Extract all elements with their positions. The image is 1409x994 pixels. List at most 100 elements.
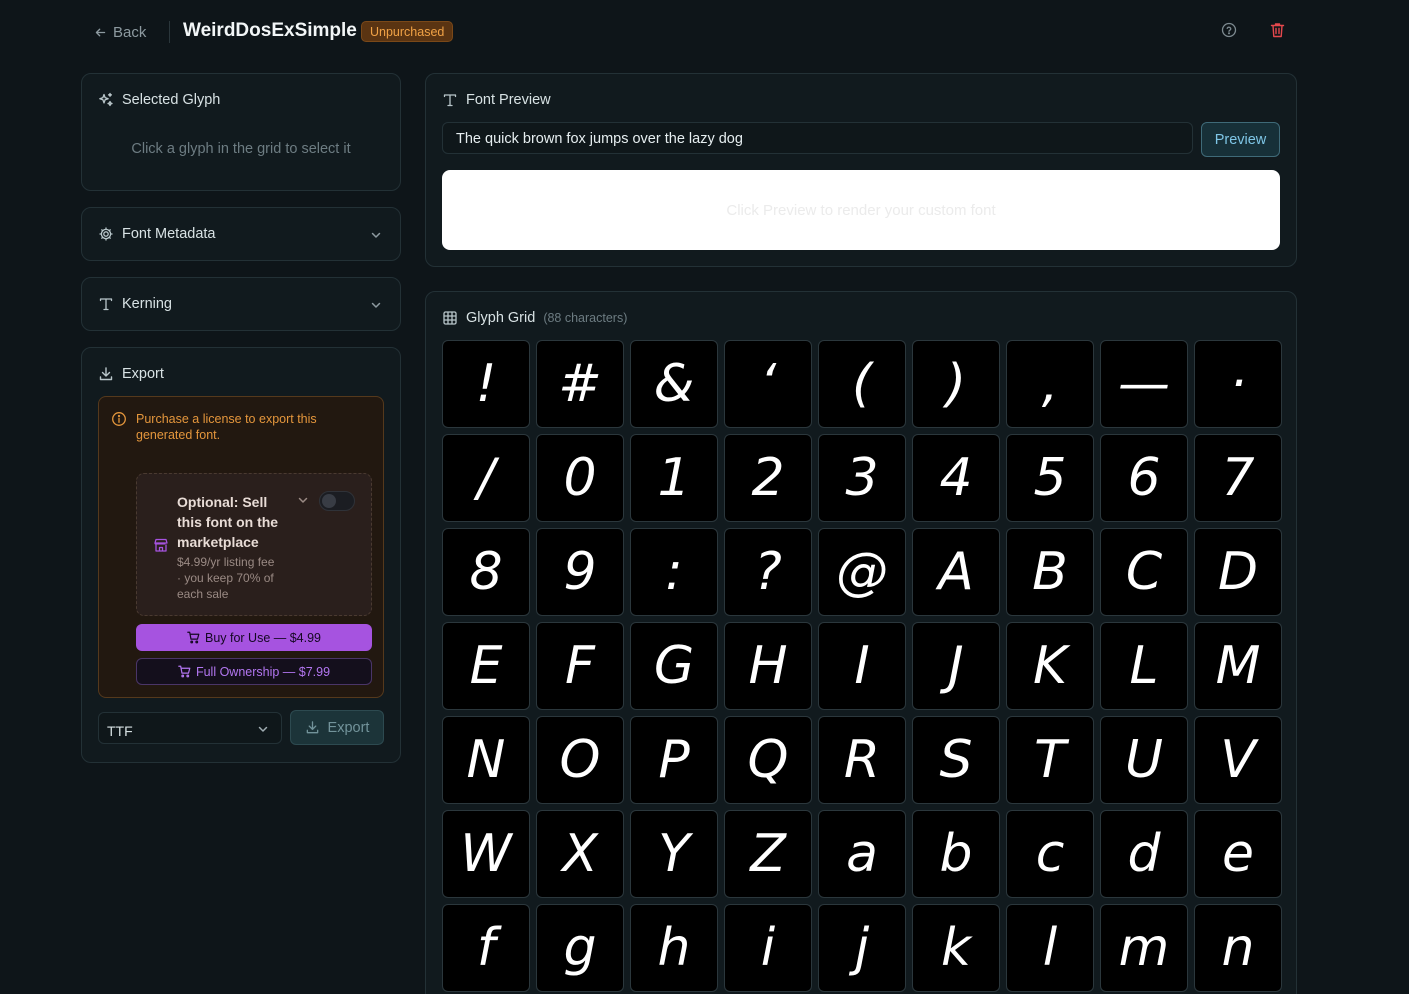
kerning-header[interactable]: Kerning (98, 296, 172, 312)
glyph-tile[interactable]: X (536, 810, 624, 898)
glyph-tile[interactable]: n (1194, 904, 1282, 992)
store-icon (154, 538, 168, 552)
glyph-tile[interactable]: i (724, 904, 812, 992)
glyph-tile[interactable]: ) (912, 340, 1000, 428)
glyph-tile[interactable]: & (630, 340, 718, 428)
glyph-tile[interactable]: l (1006, 904, 1094, 992)
export-button[interactable]: Export (290, 710, 384, 745)
glyph-tile[interactable]: Z (724, 810, 812, 898)
selected-glyph-title: Selected Glyph (122, 92, 221, 108)
buy-for-use-button[interactable]: Buy for Use — $4.99 (136, 624, 372, 651)
glyph-tile[interactable]: B (1006, 528, 1094, 616)
glyph-tile[interactable]: Q (724, 716, 812, 804)
top-header: Back WeirdDosExSimple Unpurchased (0, 0, 1409, 62)
glyph-tile[interactable]: N (442, 716, 530, 804)
chevron-down-icon[interactable] (370, 229, 382, 241)
glyph-tile[interactable]: m (1100, 904, 1188, 992)
glyph-tile[interactable]: E (442, 622, 530, 710)
preview-text-value: The quick brown fox jumps over the lazy … (456, 131, 743, 147)
glyph-tile[interactable]: @ (818, 528, 906, 616)
glyph-tile[interactable]: 3 (818, 434, 906, 522)
glyph-tile[interactable]: h (630, 904, 718, 992)
glyph-tile[interactable]: U (1100, 716, 1188, 804)
type-icon (443, 94, 457, 107)
glyph-tile[interactable]: J (912, 622, 1000, 710)
help-icon[interactable] (1221, 22, 1237, 38)
kerning-title: Kerning (122, 296, 172, 312)
glyph-grid-title: Glyph Grid (466, 310, 536, 326)
glyph-tile[interactable]: 6 (1100, 434, 1188, 522)
glyph-tile[interactable]: / (442, 434, 530, 522)
glyph-tile[interactable]: d (1100, 810, 1188, 898)
glyph-tile[interactable]: I (818, 622, 906, 710)
glyph-tile[interactable]: M (1194, 622, 1282, 710)
glyph-tile[interactable]: 9 (536, 528, 624, 616)
glyph-tile[interactable]: ? (724, 528, 812, 616)
back-button[interactable]: Back (94, 23, 146, 41)
glyph-tile[interactable]: ! (442, 340, 530, 428)
kerning-card[interactable]: Kerning (81, 277, 401, 331)
glyph-tile[interactable]: 7 (1194, 434, 1282, 522)
glyph-tile[interactable]: ( (818, 340, 906, 428)
glyph-tile[interactable]: 8 (442, 528, 530, 616)
chevron-down-icon[interactable] (297, 494, 309, 506)
full-ownership-button[interactable]: Full Ownership — $7.99 (136, 658, 372, 685)
glyph-tile[interactable]: T (1006, 716, 1094, 804)
glyph-tile[interactable]: c (1006, 810, 1094, 898)
glyph-tile[interactable]: F (536, 622, 624, 710)
glyph-tile[interactable]: f (442, 904, 530, 992)
format-select[interactable]: TTF (98, 712, 282, 744)
font-metadata-card[interactable]: Font Metadata (81, 207, 401, 261)
export-card: Export Purchase a license to export this… (81, 347, 401, 763)
chevron-down-icon[interactable] (370, 299, 382, 311)
glyph-tile[interactable]: j (818, 904, 906, 992)
glyph-tile[interactable]: ‘ (724, 340, 812, 428)
glyph-tile[interactable]: · (1194, 340, 1282, 428)
glyph-tile[interactable]: A (912, 528, 1000, 616)
glyph-tile[interactable]: Y (630, 810, 718, 898)
glyph-tile[interactable]: V (1194, 716, 1282, 804)
glyph-tile[interactable]: k (912, 904, 1000, 992)
font-metadata-header[interactable]: Font Metadata (98, 226, 216, 242)
selected-glyph-hint: Click a glyph in the grid to select it (131, 141, 351, 157)
trash-icon[interactable] (1269, 22, 1285, 38)
type-icon (99, 298, 113, 311)
license-warning-text: Purchase a license to export this genera… (136, 412, 317, 442)
status-badge: Unpurchased (361, 21, 454, 42)
preview-canvas-text: Click Preview to render your custom font (726, 201, 996, 219)
marketplace-toggle[interactable] (319, 491, 355, 511)
preview-text-input[interactable]: The quick brown fox jumps over the lazy … (442, 122, 1193, 154)
glyph-tile[interactable]: 5 (1006, 434, 1094, 522)
glyph-tile[interactable]: 1 (630, 434, 718, 522)
glyph-tile[interactable]: P (630, 716, 718, 804)
glyph-tile[interactable]: : (630, 528, 718, 616)
glyph-tile[interactable]: e (1194, 810, 1282, 898)
glyph-tile[interactable]: b (912, 810, 1000, 898)
glyph-grid-header: Glyph Grid (88 characters) (442, 310, 627, 326)
glyph-tile[interactable]: L (1100, 622, 1188, 710)
chevron-down-icon (258, 726, 268, 732)
glyph-tile[interactable]: a (818, 810, 906, 898)
glyph-tile[interactable]: 2 (724, 434, 812, 522)
glyph-tile[interactable]: W (442, 810, 530, 898)
glyph-tile[interactable]: G (630, 622, 718, 710)
glyph-tile[interactable]: D (1194, 528, 1282, 616)
glyph-tile[interactable]: 0 (536, 434, 624, 522)
glyph-tile[interactable]: S (912, 716, 1000, 804)
glyph-tile[interactable]: R (818, 716, 906, 804)
glyph-tile[interactable]: , (1006, 340, 1094, 428)
marketplace-title: Optional: Sell this font on the marketpl… (177, 494, 279, 550)
glyph-tile[interactable]: — (1100, 340, 1188, 428)
export-title: Export (122, 366, 164, 382)
glyph-tile[interactable]: # (536, 340, 624, 428)
arrow-left-icon (95, 28, 106, 36)
glyph-tile[interactable]: K (1006, 622, 1094, 710)
glyph-tile[interactable]: g (536, 904, 624, 992)
format-select-value: TTF (107, 723, 133, 739)
glyph-tile[interactable]: H (724, 622, 812, 710)
glyph-tile[interactable]: 4 (912, 434, 1000, 522)
glyph-tile[interactable]: C (1100, 528, 1188, 616)
selected-glyph-header: Selected Glyph (98, 92, 220, 108)
glyph-tile[interactable]: O (536, 716, 624, 804)
preview-button[interactable]: Preview (1201, 122, 1280, 157)
